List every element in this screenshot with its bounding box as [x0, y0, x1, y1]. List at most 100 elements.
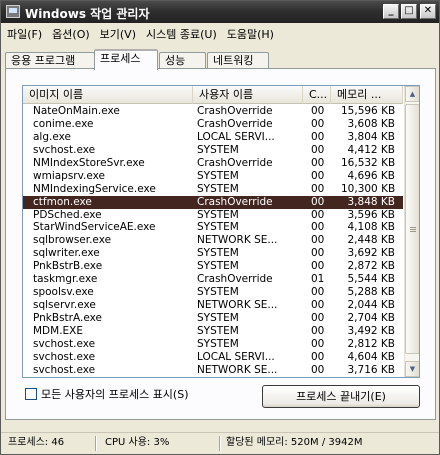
process-row[interactable]: sqlwriter.exe SYSTEM 00 3,692 KB: [23, 247, 403, 260]
column-memory[interactable]: 메모리 ...: [331, 86, 403, 104]
process-name: conime.exe: [33, 117, 94, 130]
process-row[interactable]: alg.exe LOCAL SERVI... 00 3,804 KB: [23, 131, 403, 144]
show-all-users-label: 모든 사용자의 프로세스 표시(S): [41, 388, 189, 401]
process-list[interactable]: 이미지 이름 사용자 이름 C... 메모리 ... NateOnMain.ex…: [22, 85, 420, 378]
scroll-up-button[interactable]: ▲: [405, 86, 419, 102]
process-memory: 5,544 KB: [347, 273, 396, 286]
process-row[interactable]: ctfmon.exe CrashOverride 00 3,848 KB: [23, 195, 403, 209]
scroll-down-button[interactable]: ▼: [405, 361, 419, 377]
status-bar: 프로세스: 46 CPU 사용: 3% 할당된 메모리: 520M / 3942…: [1, 432, 439, 454]
menu-options[interactable]: 옵션(O): [48, 24, 95, 42]
process-row[interactable]: NMIndexStoreSvr.exe CrashOverride 00 16,532…: [23, 157, 403, 170]
process-name: StarWindServiceAE.exe: [33, 221, 156, 234]
process-cpu: 00: [311, 234, 325, 247]
process-row[interactable]: NMIndexingService.exe SYSTEM 00 10,300 KB: [23, 183, 403, 196]
process-cpu: 00: [311, 324, 325, 337]
menu-shutdown[interactable]: 시스템 종료(U): [142, 24, 223, 42]
end-process-button[interactable]: 프로세스 끝내기(E): [262, 385, 420, 408]
process-row[interactable]: svchost.exe LOCAL SERVI... 00 4,604 KB: [23, 351, 403, 364]
process-cpu: 00: [311, 208, 325, 221]
tab-performance[interactable]: 성능: [159, 52, 206, 69]
process-name: alg.exe: [33, 130, 71, 143]
process-name: sqlwriter.exe: [33, 247, 100, 260]
process-row[interactable]: conime.exe CrashOverride 00 3,608 KB: [23, 118, 403, 131]
process-cpu: 00: [311, 363, 325, 376]
process-row[interactable]: sqlbrowser.exe NETWORK SE... 00 2,448 KB: [23, 234, 403, 247]
window-title: Windows 작업 관리자: [25, 7, 150, 21]
process-row[interactable]: sqlservr.exe NETWORK SE... 00 2,044 KB: [23, 299, 403, 312]
process-name: wmiapsrv.exe: [33, 169, 105, 182]
process-memory: 2,872 KB: [347, 260, 396, 273]
process-memory: 3,848 KB: [347, 195, 396, 208]
column-image-name[interactable]: 이미지 이름: [23, 86, 193, 104]
process-memory: 5,288 KB: [347, 286, 396, 299]
tab-processes[interactable]: 프로세스: [94, 49, 158, 70]
process-user: SYSTEM: [197, 182, 239, 195]
column-cpu[interactable]: C...: [303, 86, 331, 104]
process-row[interactable]: PnkBstrA.exe SYSTEM 00 2,704 KB: [23, 312, 403, 325]
process-cpu: 00: [311, 156, 325, 169]
process-cpu: 00: [311, 286, 325, 299]
process-row[interactable]: spoolsv.exe SYSTEM 00 5,288 KB: [23, 286, 403, 299]
vertical-scrollbar[interactable]: ▲ ▼: [404, 86, 419, 377]
process-row[interactable]: wmiapsrv.exe SYSTEM 00 4,696 KB: [23, 170, 403, 183]
process-name: taskmgr.exe: [33, 273, 98, 286]
minimize-button[interactable]: _: [383, 4, 399, 19]
process-row[interactable]: StarWindServiceAE.exe SYSTEM 00 4,108 KB: [23, 221, 403, 234]
process-memory: 2,704 KB: [347, 312, 396, 324]
process-name: PnkBstrB.exe: [33, 260, 103, 273]
tab-applications[interactable]: 응용 프로그램: [5, 52, 95, 69]
process-row[interactable]: PnkBstrB.exe SYSTEM 00 2,872 KB: [23, 260, 403, 273]
process-user: SYSTEM: [197, 221, 239, 234]
process-memory: 4,412 KB: [347, 143, 396, 156]
process-name: spoolsv.exe: [33, 286, 94, 299]
process-name: MDM.EXE: [33, 324, 84, 337]
process-memory: 16,532 KB: [341, 156, 395, 169]
close-button[interactable]: ✕: [420, 4, 436, 19]
process-user: SYSTEM: [197, 312, 239, 324]
process-user: LOCAL SERVI...: [197, 350, 275, 363]
process-cpu: 00: [311, 182, 325, 195]
show-all-users-checkbox[interactable]: [25, 388, 37, 400]
process-rows: NateOnMain.exe CrashOverride 00 15,596 KB co…: [23, 105, 403, 377]
process-name: ctfmon.exe: [33, 195, 92, 208]
title-bar[interactable]: Windows 작업 관리자 _ □ ✕: [1, 1, 439, 23]
process-user: SYSTEM: [197, 208, 239, 221]
tab-networking[interactable]: 네트워킹: [207, 52, 269, 69]
scroll-thumb[interactable]: [405, 104, 419, 354]
menu-help[interactable]: 도움말(H): [223, 24, 280, 42]
process-row[interactable]: svchost.exe SYSTEM 00 4,412 KB: [23, 144, 403, 157]
process-cpu: 00: [311, 221, 325, 234]
process-cpu: 00: [311, 105, 325, 117]
process-name: svchost.exe: [33, 350, 96, 363]
process-row[interactable]: svchost.exe NETWORK SE... 00 3,716 KB: [23, 364, 403, 377]
menu-bar: 파일(F) 옵션(O) 보기(V) 시스템 종료(U) 도움말(H): [3, 24, 280, 42]
process-memory: 4,108 KB: [347, 221, 396, 234]
process-cpu: 00: [311, 337, 325, 350]
process-row[interactable]: svchost.exe SYSTEM 00 2,812 KB: [23, 338, 403, 351]
menu-view[interactable]: 보기(V): [96, 24, 142, 42]
process-row[interactable]: NateOnMain.exe CrashOverride 00 15,596 KB: [23, 105, 403, 118]
process-cpu: 00: [311, 299, 325, 312]
process-memory: 2,812 KB: [347, 337, 396, 350]
process-row[interactable]: taskmgr.exe CrashOverride 01 5,544 KB: [23, 273, 403, 286]
process-user: LOCAL SERVI...: [197, 130, 275, 143]
column-user-name[interactable]: 사용자 이름: [193, 86, 303, 104]
task-manager-icon: [6, 5, 20, 18]
process-memory: 3,596 KB: [347, 208, 396, 221]
process-memory: 2,448 KB: [347, 234, 396, 247]
process-row[interactable]: MDM.EXE SYSTEM 00 3,492 KB: [23, 325, 403, 338]
process-user: CrashOverride: [197, 273, 273, 286]
process-memory: 3,804 KB: [347, 130, 396, 143]
process-name: svchost.exe: [33, 143, 96, 156]
process-memory: 4,604 KB: [347, 350, 396, 363]
menu-file[interactable]: 파일(F): [3, 24, 48, 42]
show-all-users-option[interactable]: 모든 사용자의 프로세스 표시(S): [25, 386, 189, 402]
process-row[interactable]: PDSched.exe SYSTEM 00 3,596 KB: [23, 209, 403, 222]
process-cpu: 00: [311, 130, 325, 143]
process-cpu: 00: [311, 247, 325, 260]
status-memory: 할당된 메모리: 520M / 3942M: [226, 437, 363, 448]
maximize-button[interactable]: □: [401, 4, 417, 19]
process-cpu: 00: [311, 117, 325, 130]
process-memory: 4,696 KB: [347, 169, 396, 182]
